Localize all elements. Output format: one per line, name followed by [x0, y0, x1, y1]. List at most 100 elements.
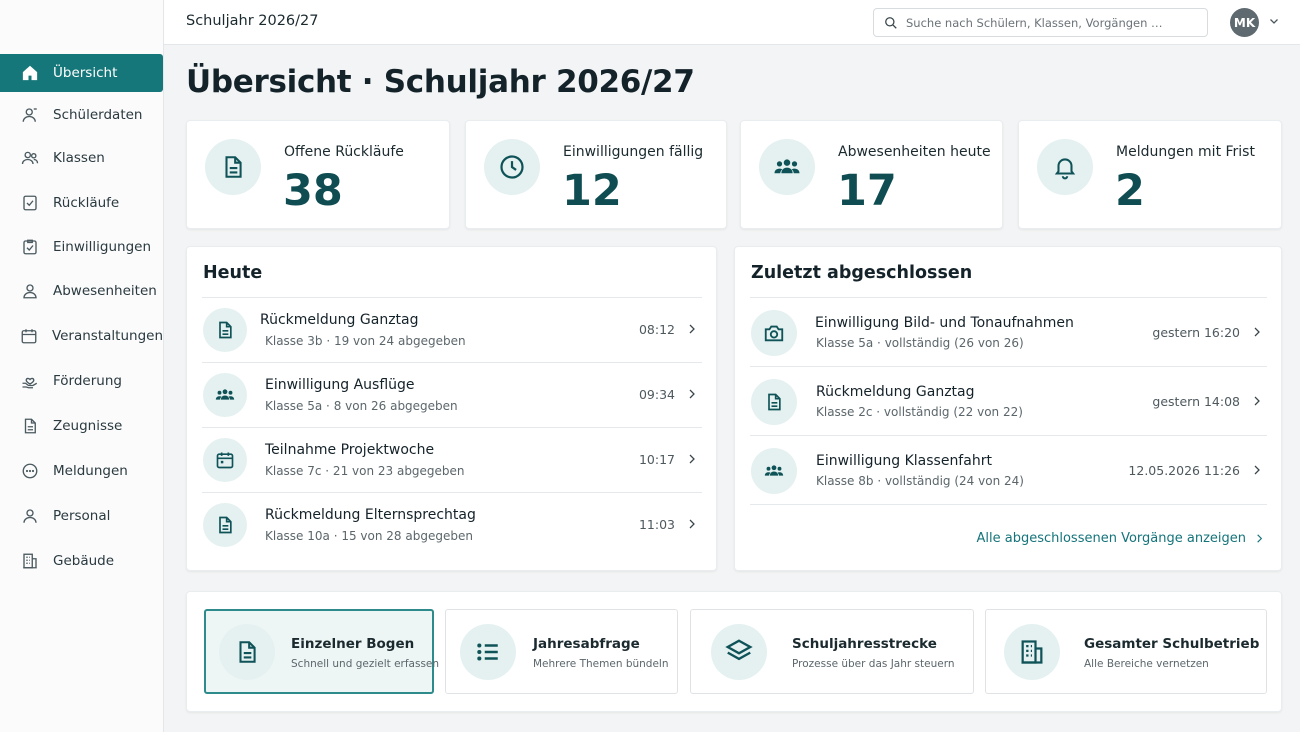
kpi-card-reports-deadline[interactable]: Meldungen mit Frist 2	[1018, 120, 1282, 229]
tile-title: Jahresabfrage	[533, 636, 640, 652]
home-icon	[20, 63, 40, 83]
sidebar-item-personal[interactable]: Personal	[0, 497, 163, 535]
chevron-right-icon	[686, 322, 698, 336]
item-title: Rückmeldung Ganztag	[816, 384, 975, 400]
sidebar: Übersicht Schülerdaten Klassen Rückläufe…	[0, 0, 164, 732]
sidebar-item-klassen[interactable]: Klassen	[0, 139, 163, 177]
kpi-card-open-returns[interactable]: Offene Rückläufe 38	[186, 120, 450, 229]
chevron-down-icon[interactable]	[1268, 15, 1280, 27]
list-icon	[460, 624, 516, 680]
calendar-icon	[20, 326, 39, 346]
item-time: 09:34	[638, 387, 675, 402]
group-icon	[759, 139, 815, 195]
item-subtitle: Klasse 3b · 19 von 24 abgegeben	[265, 334, 466, 348]
tile-subtitle: Alle Bereiche vernetzen	[1084, 658, 1209, 670]
page-title: Übersicht · Schuljahr 2026/27	[186, 64, 695, 100]
layers-icon	[711, 624, 767, 680]
list-item[interactable]: Rückmeldung Ganztag Klasse 2c · vollstän…	[750, 366, 1267, 435]
panel-title: Zuletzt abgeschlossen	[751, 263, 973, 283]
kpi-label: Offene Rückläufe	[284, 144, 404, 160]
item-title: Rückmeldung Elternsprechtag	[265, 507, 476, 523]
sidebar-item-label: Klassen	[53, 150, 105, 166]
item-subtitle: Klasse 2c · vollständig (22 von 22)	[816, 405, 1023, 419]
sidebar-item-ruecklaeufe[interactable]: Rückläufe	[0, 184, 163, 222]
tile-schuljahresstrecke[interactable]: Schuljahresstrecke Prozesse über das Jah…	[690, 609, 974, 694]
sidebar-item-zeugnisse[interactable]: Zeugnisse	[0, 407, 163, 445]
clock-icon	[484, 139, 540, 195]
item-subtitle: Klasse 8b · vollständig (24 von 24)	[816, 474, 1024, 488]
chevron-right-icon	[1251, 463, 1263, 477]
item-title: Rückmeldung Ganztag	[260, 312, 419, 328]
hand-heart-icon	[20, 371, 40, 391]
group-icon	[751, 448, 797, 494]
list-item[interactable]: Einwilligung Ausflüge Klasse 5a · 8 von …	[202, 362, 702, 427]
tile-title: Einzelner Bogen	[291, 636, 415, 652]
item-title: Einwilligung Klassenfahrt	[816, 453, 992, 469]
sidebar-item-label: Rückläufe	[53, 195, 120, 211]
chevron-right-icon	[1251, 325, 1263, 339]
kpi-value: 12	[562, 166, 622, 216]
tile-subtitle: Schnell und gezielt erfassen	[291, 658, 440, 670]
search-input[interactable]	[906, 15, 1196, 30]
chevron-right-icon	[686, 387, 698, 401]
panel-title: Heute	[203, 263, 263, 283]
sidebar-item-schuelerdaten[interactable]: Schülerdaten	[0, 96, 163, 134]
item-time: 10:17	[638, 452, 675, 467]
tile-jahresabfrage[interactable]: Jahresabfrage Mehrere Themen bündeln	[445, 609, 678, 694]
school-year-title: Schuljahr 2026/27	[186, 13, 319, 29]
sidebar-item-veranstaltungen[interactable]: Veranstaltungen	[0, 317, 163, 355]
kpi-card-consents-due[interactable]: Einwilligungen fällig 12	[465, 120, 727, 229]
list-item[interactable]: Rückmeldung Ganztag Klasse 3b · 19 von 2…	[202, 297, 702, 362]
person-icon	[20, 506, 40, 526]
tile-einzelner-bogen[interactable]: Einzelner Bogen Schnell und gezielt erfa…	[204, 609, 439, 694]
item-subtitle: Klasse 5a · vollständig (26 von 26)	[816, 336, 1024, 350]
building-icon	[20, 551, 40, 571]
calendar-icon	[203, 438, 247, 482]
sidebar-item-meldungen[interactable]: Meldungen	[0, 452, 163, 490]
kpi-value: 38	[283, 166, 343, 216]
chevron-right-icon	[686, 517, 698, 531]
sidebar-item-label: Meldungen	[53, 463, 128, 479]
item-title: Einwilligung Bild- und Tonaufnahmen	[815, 315, 1074, 331]
list-item[interactable]: Einwilligung Bild- und Tonaufnahmen Klas…	[750, 297, 1267, 366]
item-subtitle: Klasse 5a · 8 von 26 abgegeben	[265, 399, 458, 413]
document-icon	[205, 139, 261, 195]
tile-title: Schuljahresstrecke	[792, 636, 937, 652]
sidebar-item-gebaeude[interactable]: Gebäude	[0, 542, 163, 580]
sidebar-item-label: Personal	[53, 508, 111, 524]
sidebar-item-label: Gebäude	[53, 553, 115, 569]
today-panel: Heute Rückmeldung Ganztag Klasse 3b · 19…	[186, 246, 717, 571]
sidebar-item-label: Abwesenheiten	[53, 283, 157, 299]
user-absent-icon	[20, 281, 40, 301]
document-icon	[219, 624, 275, 680]
list-item[interactable]: Einwilligung Klassenfahrt Klasse 8b · vo…	[750, 435, 1267, 505]
search-box[interactable]	[873, 8, 1208, 37]
item-subtitle: Klasse 10a · 15 von 28 abgegeben	[265, 529, 473, 543]
kpi-label: Abwesenheiten heute	[838, 144, 991, 160]
tile-subtitle: Mehrere Themen bündeln	[533, 658, 669, 670]
tile-gesamter-schulbetrieb[interactable]: Gesamter Schulbetrieb Alle Bereiche vern…	[985, 609, 1267, 694]
message-icon	[20, 461, 40, 481]
topbar: Schuljahr 2026/27 MK	[164, 0, 1300, 45]
list-item[interactable]: Teilnahme Projektwoche Klasse 7c · 21 vo…	[202, 427, 702, 492]
sidebar-item-abwesenheiten[interactable]: Abwesenheiten	[0, 272, 163, 310]
sidebar-item-einwilligungen[interactable]: Einwilligungen	[0, 228, 163, 266]
user-icon	[20, 105, 40, 125]
sidebar-item-foerderung[interactable]: Förderung	[0, 362, 163, 400]
sidebar-item-label: Veranstaltungen	[51, 328, 163, 344]
document-icon	[203, 308, 247, 352]
recently-completed-panel: Zuletzt abgeschlossen Einwilligung Bild-…	[734, 246, 1282, 571]
show-all-completed-link[interactable]: Alle abgeschlossenen Vorgänge anzeigen	[976, 531, 1265, 546]
search-icon	[884, 16, 898, 30]
sidebar-item-uebersicht[interactable]: Übersicht	[0, 54, 163, 92]
sidebar-item-label: Förderung	[53, 373, 122, 389]
document-icon	[20, 416, 40, 436]
kpi-card-absences-today[interactable]: Abwesenheiten heute 17	[740, 120, 1003, 229]
item-time: gestern 16:20	[1152, 325, 1240, 340]
avatar[interactable]: MK	[1230, 8, 1259, 37]
item-time: gestern 14:08	[1152, 394, 1240, 409]
chevron-right-icon	[686, 452, 698, 466]
clipboard-check-icon	[20, 237, 40, 257]
kpi-label: Einwilligungen fällig	[563, 144, 704, 160]
list-item[interactable]: Rückmeldung Elternsprechtag Klasse 10a ·…	[202, 492, 702, 557]
